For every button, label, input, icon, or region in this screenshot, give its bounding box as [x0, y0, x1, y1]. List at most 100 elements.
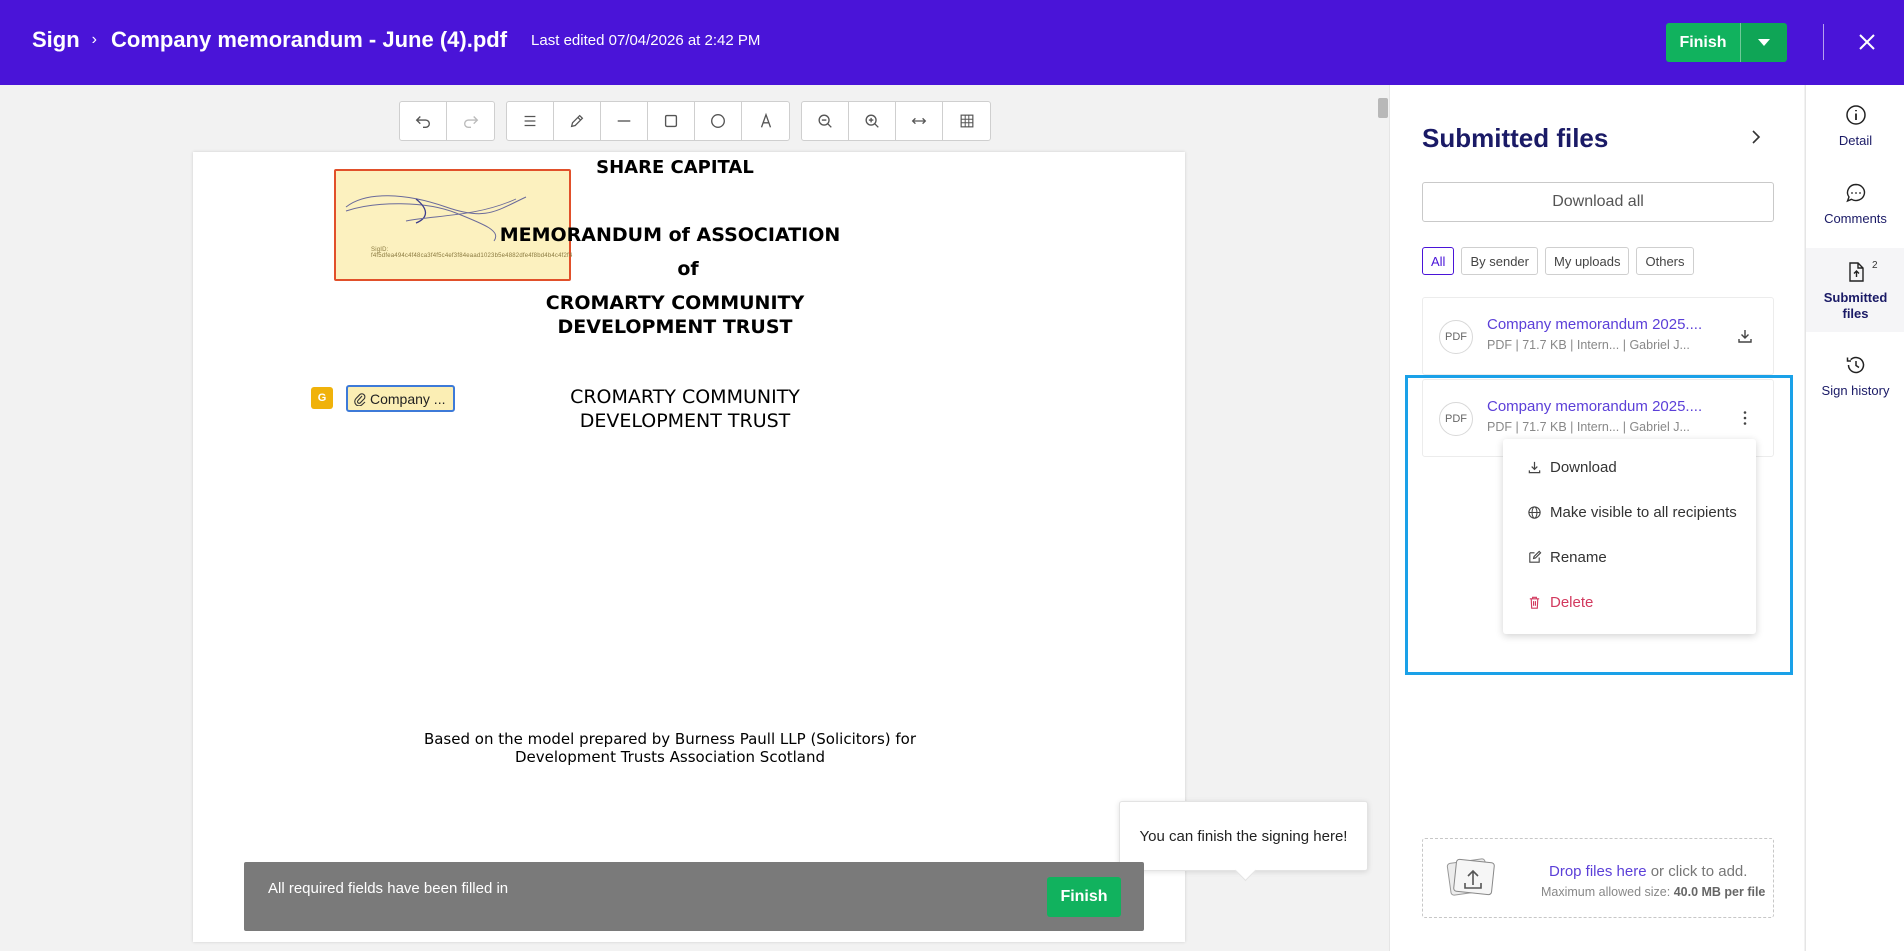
menu-rename[interactable]: Rename [1527, 545, 1607, 569]
globe-icon [1528, 505, 1541, 519]
circle-tool-button[interactable] [695, 102, 742, 140]
org-heading-line1: CROMARTY COMMUNITY [545, 292, 805, 314]
filter-others[interactable]: Others [1636, 247, 1694, 275]
rail-sign-history-label: Sign history [1821, 383, 1890, 398]
top-bar: Sign › Company memorandum - June (4).pdf… [0, 0, 1904, 85]
history-tools [399, 101, 495, 141]
line-tool-button[interactable] [601, 102, 648, 140]
breadcrumb: Sign › Company memorandum - June (4).pdf… [32, 27, 760, 53]
zoom-out-icon [818, 114, 832, 128]
undo-button[interactable] [400, 102, 447, 140]
drop-instructions: Drop files here or click to add. [1549, 863, 1747, 880]
last-edited: Last edited 07/04/2026 at 2:42 PM [531, 31, 761, 49]
org-line1: CROMARTY COMMUNITY [570, 386, 800, 408]
view-tools [801, 101, 991, 141]
menu-download[interactable]: Download [1527, 455, 1617, 479]
submitted-count-badge: 2 [1872, 260, 1878, 271]
drop-files-link[interactable]: Drop files here [1549, 863, 1647, 880]
signer-marker: G [311, 387, 333, 409]
filter-my-uploads[interactable]: My uploads [1545, 247, 1630, 275]
rail-detail-label: Detail [1838, 133, 1873, 148]
filter-chips: All By sender My uploads Others [1422, 247, 1694, 275]
file-meta: PDF | 71.7 KB | Intern... | Gabriel J... [1487, 338, 1690, 352]
file-upload-icon [1848, 262, 1864, 282]
of-heading: of [677, 258, 699, 280]
org-heading-line2: DEVELOPMENT TRUST [557, 316, 793, 338]
pencil-tool-button[interactable] [554, 102, 601, 140]
drop-rest: or click to add. [1646, 863, 1748, 880]
circle-icon [711, 114, 725, 128]
pdf-file-icon: PDF [1439, 320, 1473, 354]
document-scrollbar[interactable] [1378, 98, 1388, 118]
header-divider [1823, 24, 1824, 60]
history-icon [1846, 356, 1864, 374]
rail-submitted-files[interactable]: 2 Submitted files [1806, 248, 1904, 332]
download-all-button[interactable]: Download all [1422, 182, 1774, 222]
menu-rename-label: Rename [1550, 548, 1607, 566]
list-tool-button[interactable] [507, 102, 554, 140]
chevron-right-icon: › [91, 31, 97, 48]
size-limit: Maximum allowed size: 40.0 MB per file [1541, 885, 1765, 899]
filter-by-sender[interactable]: By sender [1461, 247, 1538, 275]
redo-icon [463, 116, 478, 128]
zoom-in-icon [865, 114, 879, 128]
download-icon [1528, 461, 1541, 473]
line-icon [617, 120, 631, 122]
text-icon [760, 112, 771, 128]
rail-detail[interactable]: Detail [1806, 103, 1904, 149]
signature-id: SigID: f4f5dfea494c4f48ca3f4f5c4ef3f84ea… [371, 247, 573, 259]
list-icon [524, 115, 536, 127]
completion-banner: All required fields have been filled in … [244, 862, 1144, 931]
zoom-out-button[interactable] [802, 102, 849, 140]
undo-icon [415, 116, 430, 128]
menu-download-label: Download [1550, 458, 1617, 476]
attachment-field[interactable]: Company ... [346, 385, 455, 412]
paperclip-icon [354, 392, 366, 406]
edit-icon [1529, 550, 1542, 563]
rail-submitted-label-1: Submitted [1823, 290, 1888, 305]
banner-text: All required fields have been filled in [268, 880, 509, 897]
size-limit-prefix: Maximum allowed size: [1541, 885, 1674, 899]
rectangle-tool-button[interactable] [648, 102, 695, 140]
download-icon[interactable] [1735, 326, 1755, 346]
redo-button[interactable] [447, 102, 494, 140]
trash-icon [1529, 596, 1540, 609]
chevron-right-icon[interactable] [1748, 129, 1764, 145]
menu-delete[interactable]: Delete [1527, 590, 1593, 614]
panel-title: Submitted files [1422, 123, 1609, 153]
rail-comments[interactable]: Comments [1806, 181, 1904, 227]
fit-width-icon [911, 117, 927, 125]
rectangle-icon [664, 114, 678, 128]
footer-line2: Development Trusts Association Scotland [514, 748, 826, 766]
file-item[interactable]: PDF Company memorandum 2025.... PDF | 71… [1422, 297, 1774, 375]
banner-finish-button[interactable]: Finish [1047, 877, 1121, 917]
finish-button[interactable]: Finish [1666, 23, 1740, 62]
memorandum-heading: MEMORANDUM of ASSOCIATION [499, 224, 841, 246]
grid-icon [960, 114, 973, 128]
menu-make-visible[interactable]: Make visible to all recipients [1527, 500, 1737, 524]
size-limit-value: 40.0 MB per file [1673, 885, 1766, 899]
breadcrumb-app[interactable]: Sign [32, 27, 80, 53]
document-title: Company memorandum - June (4).pdf [111, 27, 508, 52]
grid-button[interactable] [943, 102, 990, 140]
attachment-label: Company ... [370, 390, 446, 407]
close-icon[interactable] [1855, 30, 1879, 54]
file-dropzone[interactable]: Drop files here or click to add. Maximum… [1422, 838, 1774, 918]
rail-sign-history[interactable]: Sign history [1806, 353, 1904, 399]
info-icon [1845, 105, 1866, 125]
side-rail: Detail Comments 2 Submitted files Sign h… [1805, 85, 1904, 951]
comment-icon [1845, 183, 1865, 203]
zoom-in-button[interactable] [849, 102, 896, 140]
text-tool-button[interactable] [742, 102, 789, 140]
file-context-menu: Download Make visible to all recipients … [1503, 439, 1756, 634]
upload-icon [1446, 858, 1495, 896]
filter-all[interactable]: All [1422, 247, 1455, 275]
caret-down-icon [1758, 39, 1770, 46]
tooltip-text: You can finish the signing here! [1139, 827, 1348, 845]
finish-options-button[interactable] [1740, 23, 1787, 62]
drawing-tools [506, 101, 790, 141]
fit-width-button[interactable] [896, 102, 943, 140]
menu-make-visible-label: Make visible to all recipients [1550, 503, 1737, 521]
file-name[interactable]: Company memorandum 2025.... [1487, 316, 1702, 333]
finish-split-button: Finish [1666, 23, 1787, 62]
